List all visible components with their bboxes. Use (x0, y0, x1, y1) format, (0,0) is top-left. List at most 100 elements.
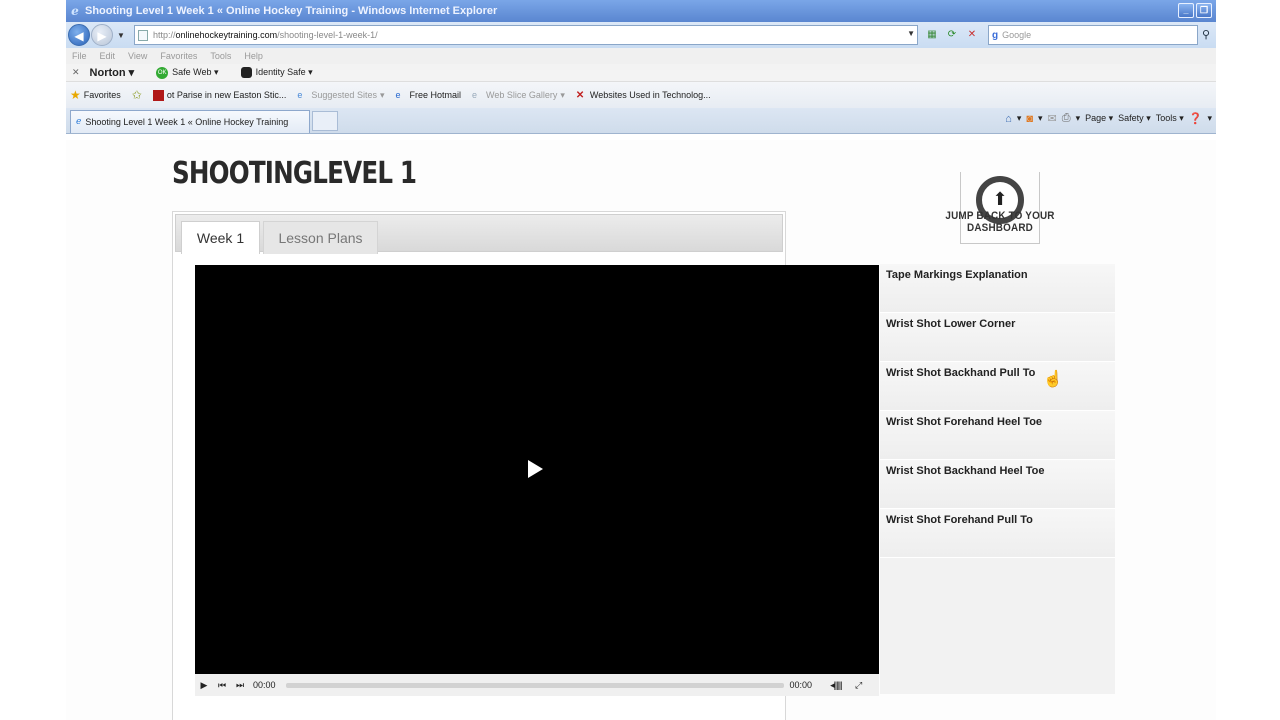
playlist-item-title: Wrist Shot Backhand Heel Toe (886, 465, 1045, 477)
url-domain: onlinehockeytraining.com (175, 30, 278, 40)
web-page: SHOOTINGLEVEL 1 ⬆ JUMP BACK TO YOUR DASH… (66, 140, 1216, 720)
browser-tabs-row: e Shooting Level 1 Week 1 « Online Hocke… (66, 108, 1216, 134)
playlist-item-title: Wrist Shot Forehand Pull To (886, 514, 1033, 526)
play-button[interactable]: ▶ (195, 680, 213, 691)
play-icon[interactable] (528, 460, 543, 478)
playlist-item[interactable]: Wrist Shot Backhand Pull To (880, 362, 1115, 411)
norton-label: Norton (89, 67, 126, 79)
fullscreen-button[interactable]: ⤢ (850, 680, 868, 691)
playlist-item[interactable]: Wrist Shot Forehand Heel Toe (880, 411, 1115, 460)
favorite-link-suggested-sites[interactable]: e Suggested Sites ▾ (297, 90, 384, 101)
stop-icon[interactable]: ✕ (964, 27, 980, 43)
menu-view[interactable]: View (128, 51, 147, 61)
menu-bar: File Edit View Favorites Tools Help (66, 48, 1216, 64)
browser-tab-active[interactable]: e Shooting Level 1 Week 1 « Online Hocke… (70, 110, 310, 133)
help-dropdown-icon[interactable]: ▾ (1207, 113, 1212, 124)
favorite-label: Websites Used in Technolog... (589, 90, 711, 100)
compatibility-icon[interactable]: ▦ (924, 27, 940, 43)
playlist-item-title: Wrist Shot Backhand Pull To (886, 367, 1036, 379)
tools-menu[interactable]: Tools ▾ (1156, 113, 1184, 124)
playlist-item[interactable]: Tape Markings Explanation (880, 264, 1115, 313)
print-icon[interactable]: ⎙ (1062, 112, 1071, 125)
previous-button[interactable]: ⏮ (213, 680, 231, 691)
next-button[interactable]: ⏭ (231, 680, 249, 691)
favorite-link-parise[interactable]: ot Parise in new Easton Stic... (152, 89, 287, 101)
identity-safe-menu[interactable]: Identity Safe ▾ (256, 67, 313, 78)
safe-web-status-icon: OK (156, 66, 169, 79)
favorite-label: ot Parise in new Easton Stic... (166, 90, 287, 100)
playlist-item-title: Tape Markings Explanation (886, 269, 1028, 281)
refresh-icon[interactable]: ⟳ (944, 27, 960, 43)
safety-menu-label: Safety (1118, 113, 1144, 123)
search-placeholder: Google (1002, 30, 1032, 40)
playlist-item[interactable]: Wrist Shot Lower Corner (880, 313, 1115, 362)
title-bar: e Shooting Level 1 Week 1 « Online Hocke… (66, 0, 1216, 22)
home-dropdown-icon[interactable]: ▾ (1017, 113, 1022, 124)
right-margin (1216, 0, 1280, 720)
tab-week-1[interactable]: Week 1 (181, 221, 260, 254)
playlist-item-title: Wrist Shot Forehand Heel Toe (886, 416, 1043, 428)
new-tab-button[interactable] (312, 111, 338, 131)
volume-control[interactable]: ◂|||||| (830, 680, 843, 691)
url-path: /shooting-level-1-week-1/ (277, 30, 378, 40)
playlist-item-title: Wrist Shot Lower Corner (886, 318, 1016, 330)
video-controls: ▶ ⏮ ⏭ 00:00 00:00 ◂|||||| ⤢ (195, 674, 879, 696)
safety-menu[interactable]: Safety ▾ (1118, 113, 1151, 124)
ie-page-icon: e (297, 89, 303, 100)
add-favorite-button[interactable]: ✩ (132, 88, 142, 102)
playlist-item[interactable]: Wrist Shot Backhand Heel Toe (880, 460, 1115, 509)
ie-logo-icon: e (71, 4, 79, 18)
favorite-link-free-hotmail[interactable]: e Free Hotmail (395, 90, 461, 101)
mail-icon[interactable]: ✉ (1048, 112, 1057, 125)
left-margin (0, 0, 66, 720)
menu-edit[interactable]: Edit (100, 51, 116, 61)
favorite-label: Free Hotmail (409, 90, 461, 100)
url-dropdown-icon[interactable]: ▼ (907, 29, 915, 38)
search-icon[interactable]: ⚲ (1202, 28, 1210, 41)
search-input[interactable]: g Google (988, 25, 1198, 45)
favorite-label: Suggested Sites (311, 90, 377, 100)
dashboard-link-label: JUMP BACK TO YOUR DASHBOARD (945, 210, 1055, 234)
command-bar: ⌂ ▾ ◙ ▾ ✉ ⎙ ▾ Page ▾ Safety ▾ Tools ▾ ❓ ▾ (1005, 112, 1212, 125)
tab-title: Shooting Level 1 Week 1 « Online Hockey … (85, 117, 289, 127)
favorites-bar: ★ Favorites ✩ ot Parise in new Easton St… (66, 82, 1216, 108)
seek-bar[interactable] (285, 682, 784, 688)
norton-menu[interactable]: Norton ▾ (90, 66, 135, 79)
help-icon[interactable]: ❓ (1189, 112, 1203, 125)
tab-lesson-plans[interactable]: Lesson Plans (263, 221, 378, 254)
home-icon[interactable]: ⌂ (1005, 113, 1012, 125)
menu-help[interactable]: Help (244, 51, 263, 61)
tools-menu-label: Tools (1155, 113, 1177, 123)
feed-dropdown-icon[interactable]: ▾ (1038, 113, 1043, 124)
site-favicon-icon (152, 89, 164, 101)
favorite-link-web-slice-gallery[interactable]: e Web Slice Gallery ▾ (472, 90, 565, 101)
video-playlist: Tape Markings Explanation Wrist Shot Low… (880, 264, 1115, 694)
lock-icon (240, 67, 252, 78)
favorite-label: Web Slice Gallery (486, 90, 558, 100)
back-button[interactable]: ◀ (68, 24, 90, 46)
address-bar: ◀ ▶ ▼ http:// onlinehockeytraining.com /… (66, 22, 1216, 48)
browser-window: e Shooting Level 1 Week 1 « Online Hocke… (66, 0, 1216, 720)
norton-toolbar: ✕ Norton ▾ OK Safe Web ▾ Identity Safe ▾ (66, 64, 1216, 82)
video-player[interactable] (195, 265, 879, 674)
minimize-button[interactable]: _ (1178, 3, 1194, 18)
safe-web-label: Safe Web (172, 67, 212, 77)
favorite-link-websites-tech[interactable]: ✕ Websites Used in Technolog... (576, 90, 711, 101)
page-menu[interactable]: Page ▾ (1085, 113, 1113, 124)
lesson-tabs: Week 1 Lesson Plans (175, 214, 783, 254)
menu-tools[interactable]: Tools (210, 51, 231, 61)
menu-favorites[interactable]: Favorites (160, 51, 197, 61)
rss-feed-icon[interactable]: ◙ (1026, 113, 1033, 125)
close-toolbar-icon[interactable]: ✕ (72, 67, 80, 78)
url-field[interactable]: http:// onlinehockeytraining.com /shooti… (134, 25, 918, 45)
ie-page-icon: e (395, 89, 401, 100)
dashboard-link[interactable]: ⬆ JUMP BACK TO YOUR DASHBOARD (918, 168, 1082, 248)
restore-button[interactable]: ❐ (1196, 3, 1212, 18)
playlist-item[interactable]: Wrist Shot Forehand Pull To (880, 509, 1115, 558)
recent-pages-dropdown[interactable]: ▼ (117, 31, 125, 40)
favorites-button[interactable]: ★ Favorites (70, 88, 121, 102)
print-dropdown-icon[interactable]: ▾ (1076, 113, 1081, 124)
menu-file[interactable]: File (72, 51, 87, 61)
forward-button[interactable]: ▶ (91, 24, 113, 46)
safe-web-menu[interactable]: Safe Web ▾ (172, 67, 218, 78)
